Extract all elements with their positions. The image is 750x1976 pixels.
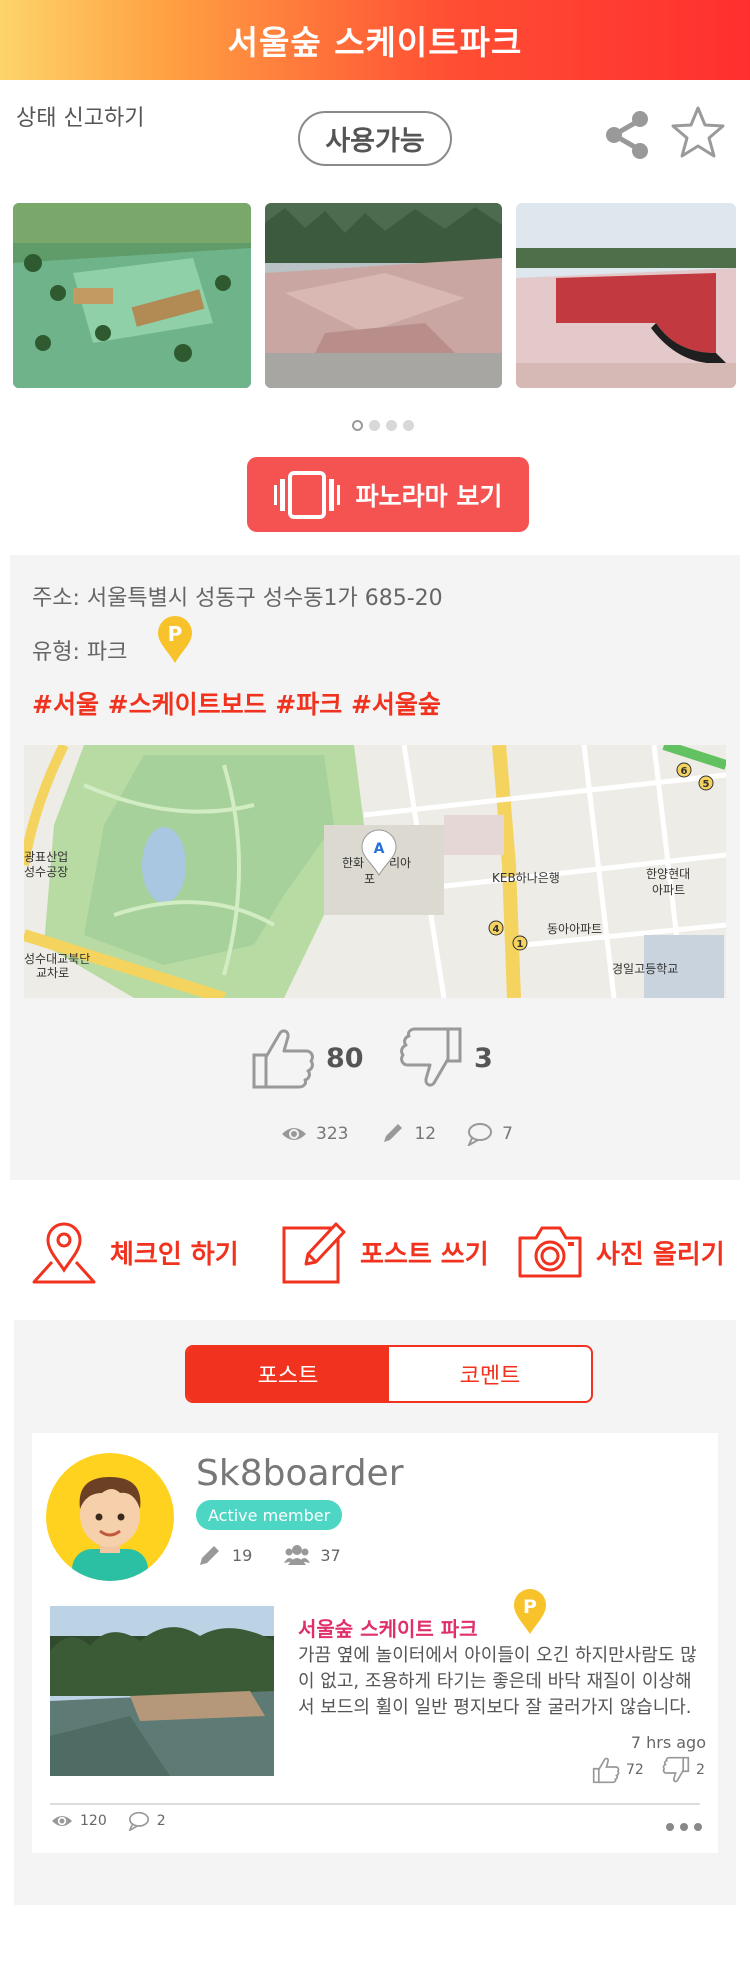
panorama-label: 파노라마 보기 (355, 481, 503, 511)
avatar[interactable] (46, 1453, 174, 1581)
pager-dot[interactable] (369, 420, 380, 431)
type-text: 유형: 파크 (32, 640, 128, 665)
post-dislike-button[interactable]: 2 (662, 1756, 705, 1784)
eye-icon (282, 1128, 306, 1140)
divider (50, 1803, 700, 1805)
map-label: 성수공장 (24, 865, 68, 879)
share-icon[interactable] (600, 108, 654, 162)
post-like-button[interactable]: 72 (592, 1756, 644, 1784)
spot-info-panel: 주소: 서울특별시 성동구 성수동1가 685-20 유형: 파크 P #서울 … (10, 555, 740, 1180)
location-pin-icon (32, 1222, 96, 1284)
thumbs-down-icon (662, 1756, 690, 1783)
post-body: 가끔 옆에 놀이터에서 아이들이 오긴 하지만사람도 많이 없고, 조용하게 타… (298, 1645, 697, 1718)
map-label: 동아아파트 (547, 922, 602, 936)
spot-stats: 323 12 7 (280, 1122, 513, 1146)
post-photo[interactable] (50, 1606, 274, 1776)
dislike-button[interactable]: 3 (398, 1025, 493, 1091)
address-text: 주소: 서울특별시 성동구 성수동1가 685-20 (32, 586, 443, 611)
tab-comments[interactable]: 코멘트 (389, 1347, 591, 1401)
app-header: 서울숲 스케이트파크 (0, 0, 750, 80)
status-badge: 사용가능 (298, 111, 452, 166)
gallery-photo[interactable] (516, 203, 736, 388)
parking-letter: P (168, 622, 183, 646)
more-icon[interactable] (664, 1821, 704, 1833)
post-comment-count: 2 (156, 1813, 166, 1829)
pager-dot[interactable] (352, 420, 363, 431)
gallery-pager (352, 420, 414, 431)
thumbs-up-icon (252, 1029, 314, 1089)
view-count: 323 (316, 1124, 349, 1144)
hashtags[interactable]: #서울 #스케이트보드 #파크 #서울숲 (32, 685, 441, 721)
station-number: 5 (703, 779, 710, 790)
post-parking-letter: P (523, 1596, 537, 1618)
member-badge: Active member (196, 1500, 343, 1530)
pager-dot[interactable] (403, 420, 414, 431)
upload-photo-label: 사진 올리기 (596, 1239, 725, 1270)
map-label: 성수대교북단 (24, 952, 90, 966)
page-title: 서울숲 스케이트파크 (227, 23, 523, 62)
thumbs-up-icon (592, 1757, 620, 1784)
pager-dot[interactable] (386, 420, 397, 431)
checkin-button[interactable]: 체크인 하기 (30, 1218, 239, 1286)
gallery-photo[interactable] (13, 203, 251, 388)
map-label: 포 (364, 872, 375, 886)
write-post-button[interactable]: 포스트 쓰기 (280, 1218, 489, 1286)
user-friend-count: 37 (320, 1545, 341, 1565)
user-stats: 19 37 (196, 1543, 341, 1567)
post-dislike-count: 2 (696, 1762, 705, 1778)
map-marker-letter: A (374, 841, 385, 857)
write-post-label: 포스트 쓰기 (360, 1239, 489, 1270)
upload-photo-button[interactable]: 사진 올리기 (516, 1218, 725, 1286)
comment-icon (467, 1123, 493, 1146)
eye-icon (52, 1816, 72, 1826)
comment-count: 7 (502, 1124, 513, 1144)
pencil-icon (200, 1546, 219, 1565)
panorama-button[interactable]: 파노라마 보기 (247, 457, 529, 532)
post-view-count: 120 (80, 1813, 107, 1829)
star-icon[interactable] (669, 104, 727, 162)
group-icon (284, 1545, 311, 1565)
post-card[interactable]: Sk8boarder Active member 19 37 서울숲 스케이트 … (32, 1433, 718, 1853)
post-title[interactable]: 서울숲 스케이트 파크 (298, 1613, 478, 1642)
map-label: 한화 (342, 856, 364, 870)
comment-icon (128, 1811, 149, 1831)
thumbs-down-icon (400, 1027, 462, 1087)
feed-tabs: 포스트 코멘트 (185, 1345, 593, 1403)
map-label: 경일고등학교 (612, 962, 678, 976)
pencil-icon (384, 1124, 403, 1142)
location-map[interactable]: 한화 리아 포 KEB하나은행 한양현대 아파트 동아아파트 경일고등학교 광표… (24, 745, 726, 998)
username[interactable]: Sk8boarder (196, 1453, 404, 1494)
tab-posts[interactable]: 포스트 (187, 1347, 389, 1401)
map-label: 한양현대 (646, 867, 690, 881)
panorama-icon (273, 470, 340, 519)
feed-panel: 포스트 코멘트 Sk8boarder Active member 19 37 서… (14, 1320, 736, 1905)
post-like-count: 72 (626, 1762, 644, 1778)
map-label: KEB하나은행 (492, 870, 560, 885)
camera-icon (518, 1226, 582, 1278)
user-post-count: 19 (232, 1545, 253, 1565)
parking-icon: P (514, 1589, 546, 1634)
map-label: 아파트 (652, 883, 685, 897)
edit-icon (282, 1222, 346, 1284)
station-number: 4 (493, 924, 500, 935)
report-status-link[interactable]: 상태 신고하기 (16, 100, 144, 132)
dislike-count: 3 (474, 1042, 493, 1074)
like-button[interactable]: 80 (250, 1025, 364, 1091)
post-stats: 120 2 (50, 1811, 166, 1831)
map-label: 광표산업 (24, 850, 68, 864)
like-count: 80 (326, 1042, 364, 1074)
post-timestamp: 7 hrs ago (630, 1733, 706, 1752)
checkin-label: 체크인 하기 (110, 1239, 239, 1270)
parking-icon: P (158, 616, 192, 663)
station-number: 6 (681, 766, 688, 777)
map-label: 교차로 (36, 966, 69, 980)
post-count: 12 (414, 1124, 437, 1144)
station-number: 1 (517, 939, 524, 950)
gallery-photo[interactable] (265, 203, 502, 388)
